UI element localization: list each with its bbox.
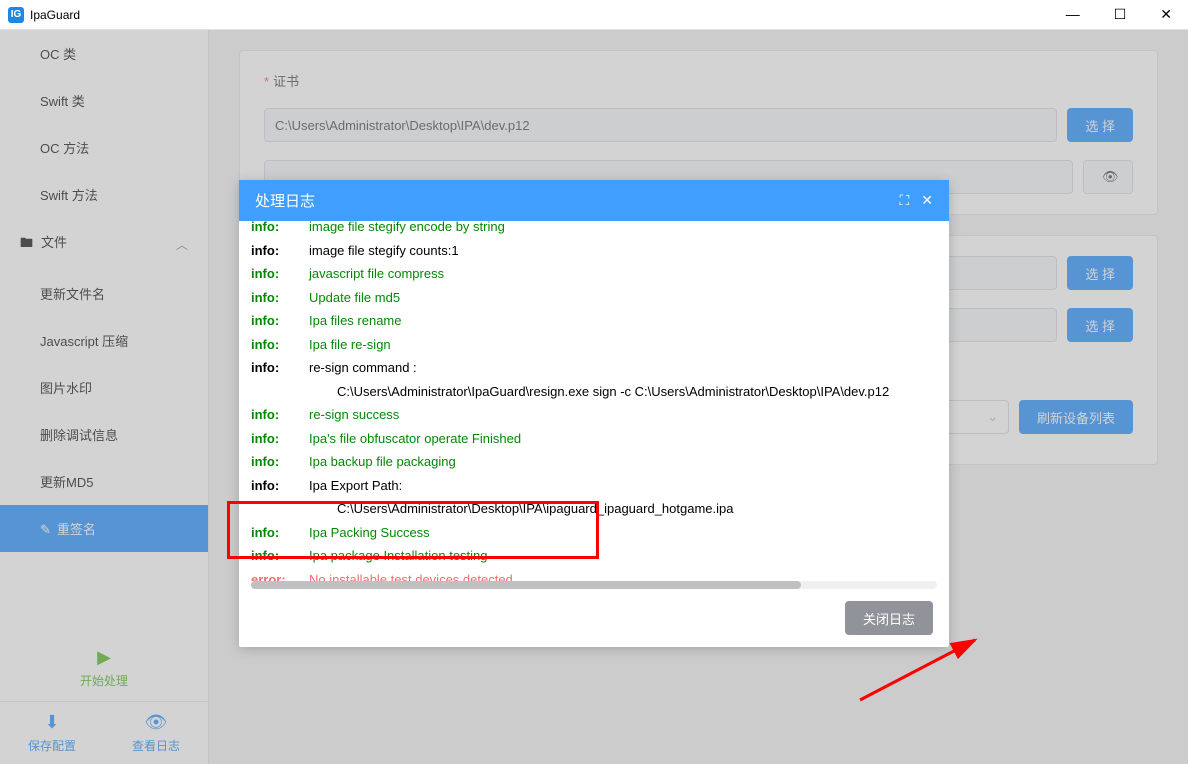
log-line: info:Ipa files rename xyxy=(251,309,937,333)
log-level: info: xyxy=(251,335,309,355)
log-line: C:\Users\Administrator\IpaGuard\resign.e… xyxy=(251,380,937,404)
log-line: info:javascript file compress xyxy=(251,262,937,286)
close-button[interactable]: ✕ xyxy=(1152,6,1180,23)
log-level: info: xyxy=(251,311,309,331)
log-level: info: xyxy=(251,358,309,378)
modal-close-icon[interactable]: ✕ xyxy=(921,192,933,209)
log-line: error:No installable test devices detect… xyxy=(251,568,937,582)
close-log-button[interactable]: 关闭日志 xyxy=(845,601,933,635)
minimize-button[interactable]: — xyxy=(1058,6,1088,23)
log-level xyxy=(251,382,309,402)
log-message: image file stegify encode by string xyxy=(309,221,937,237)
log-message: re-sign success xyxy=(309,405,937,425)
log-message: Ipa's file obfuscator operate Finished xyxy=(309,429,937,449)
log-level: info: xyxy=(251,288,309,308)
log-level: info: xyxy=(251,429,309,449)
log-line: info:re-sign command : xyxy=(251,356,937,380)
log-message: Update file md5 xyxy=(309,288,937,308)
log-line: info:Ipa file re-sign xyxy=(251,333,937,357)
log-line: info:Ipa package Installation testing xyxy=(251,544,937,568)
log-message: No installable test devices detected xyxy=(309,570,937,582)
log-line: C:\Users\Administrator\Desktop\IPA\ipagu… xyxy=(251,497,937,521)
log-level: info: xyxy=(251,452,309,472)
log-message: image file stegify counts:1 xyxy=(309,241,937,261)
app-title: IpaGuard xyxy=(30,8,1058,22)
horizontal-scrollbar[interactable] xyxy=(251,581,937,589)
log-message: Ipa file re-sign xyxy=(309,335,937,355)
modal-overlay: 处理日志 ⛶ ✕ info:image file stegify encode … xyxy=(0,30,1188,764)
log-level: error: xyxy=(251,570,309,582)
log-modal: 处理日志 ⛶ ✕ info:image file stegify encode … xyxy=(239,180,949,647)
maximize-button[interactable]: ☐ xyxy=(1106,6,1135,23)
log-line: info:Update file md5 xyxy=(251,286,937,310)
log-level: info: xyxy=(251,523,309,543)
log-level: info: xyxy=(251,264,309,284)
log-line: info:re-sign success xyxy=(251,403,937,427)
scrollbar-thumb[interactable] xyxy=(251,581,801,589)
log-message: C:\Users\Administrator\Desktop\IPA\ipagu… xyxy=(309,499,937,519)
log-line: info:image file stegify encode by string xyxy=(251,221,937,239)
log-level: info: xyxy=(251,476,309,496)
log-message: Ipa Export Path: xyxy=(309,476,937,496)
log-message: Ipa files rename xyxy=(309,311,937,331)
app-icon: IG xyxy=(8,7,24,23)
titlebar: IG IpaGuard — ☐ ✕ xyxy=(0,0,1188,30)
log-level: info: xyxy=(251,405,309,425)
log-message: javascript file compress xyxy=(309,264,937,284)
log-message: Ipa Packing Success xyxy=(309,523,937,543)
log-line: info:Ipa's file obfuscator operate Finis… xyxy=(251,427,937,451)
log-message: Ipa package Installation testing xyxy=(309,546,937,566)
log-line: info:Ipa Packing Success xyxy=(251,521,937,545)
log-message: C:\Users\Administrator\IpaGuard\resign.e… xyxy=(309,382,937,402)
log-level: info: xyxy=(251,546,309,566)
log-message: Ipa backup file packaging xyxy=(309,452,937,472)
log-message: re-sign command : xyxy=(309,358,937,378)
log-level xyxy=(251,499,309,519)
log-line: info:Ipa backup file packaging xyxy=(251,450,937,474)
modal-body[interactable]: info:image file stegify encode by string… xyxy=(239,221,949,581)
log-line: info:Ipa Export Path: xyxy=(251,474,937,498)
fullscreen-icon[interactable]: ⛶ xyxy=(899,192,909,209)
modal-header: 处理日志 ⛶ ✕ xyxy=(239,180,949,221)
modal-title: 处理日志 xyxy=(255,190,315,211)
log-level: info: xyxy=(251,221,309,237)
log-level: info: xyxy=(251,241,309,261)
log-line: info:image file stegify counts:1 xyxy=(251,239,937,263)
